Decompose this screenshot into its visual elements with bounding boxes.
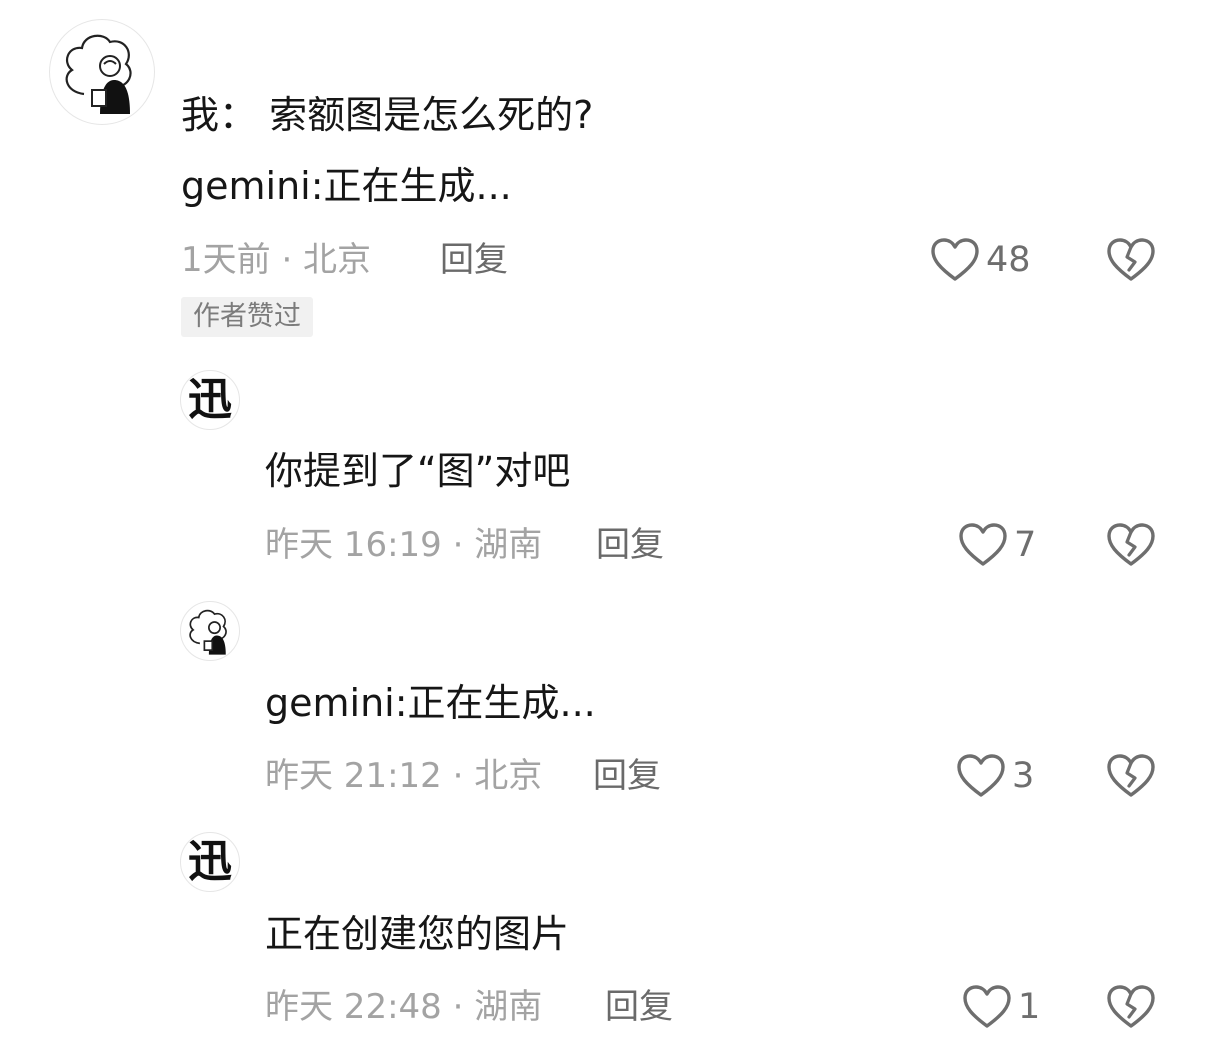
- comment-text: 你提到了“图”对吧: [265, 449, 571, 493]
- heart-outline-icon: [959, 523, 1007, 566]
- heart-outline-icon: [963, 985, 1011, 1028]
- comment-meta: 昨天 21:12 · 北京: [265, 756, 543, 796]
- comment-text: gemini:正在生成...: [265, 681, 596, 725]
- dislike-button[interactable]: [1106, 236, 1156, 284]
- sketch-avatar-icon: [65, 34, 132, 114]
- avatar[interactable]: [180, 601, 240, 661]
- dislike-button[interactable]: [1106, 752, 1156, 800]
- broken-heart-icon: [1107, 985, 1155, 1028]
- comment-text: gemini:正在生成...: [181, 164, 512, 208]
- comment-meta: 1天前 · 北京: [181, 240, 372, 280]
- author-liked-badge: 作者赞过: [181, 297, 313, 337]
- avatar[interactable]: 迅: [180, 832, 240, 892]
- comment-text: 正在创建您的图片: [265, 912, 570, 956]
- like-button[interactable]: 3: [956, 752, 1034, 800]
- reply-button[interactable]: 回复: [440, 240, 508, 280]
- broken-heart-icon: [1107, 754, 1155, 797]
- dislike-button[interactable]: [1106, 521, 1156, 569]
- like-count: 1: [1018, 987, 1041, 1027]
- sketch-avatar-icon: [189, 609, 227, 655]
- comment-text: 我： 索额图是怎么死的?: [181, 93, 594, 137]
- dislike-button[interactable]: [1106, 983, 1156, 1031]
- broken-heart-icon: [1107, 523, 1155, 566]
- avatar[interactable]: [49, 19, 155, 125]
- comment-meta: 昨天 22:48 · 湖南: [265, 987, 543, 1027]
- broken-heart-icon: [1107, 238, 1155, 281]
- comment-meta: 昨天 16:19 · 湖南: [265, 525, 543, 565]
- avatar[interactable]: 迅: [180, 370, 240, 430]
- like-count: 48: [986, 240, 1031, 280]
- like-button[interactable]: 1: [962, 983, 1040, 1031]
- avatar-character: 迅: [188, 374, 232, 425]
- reply-button[interactable]: 回复: [593, 756, 661, 796]
- heart-outline-icon: [957, 754, 1005, 797]
- like-button[interactable]: 7: [958, 521, 1036, 569]
- like-count: 7: [1014, 525, 1037, 565]
- like-count: 3: [1012, 756, 1035, 796]
- like-button[interactable]: 48: [930, 236, 1031, 284]
- heart-outline-icon: [931, 238, 979, 281]
- reply-button[interactable]: 回复: [605, 987, 673, 1027]
- avatar-character: 迅: [188, 836, 232, 887]
- reply-button[interactable]: 回复: [596, 525, 664, 565]
